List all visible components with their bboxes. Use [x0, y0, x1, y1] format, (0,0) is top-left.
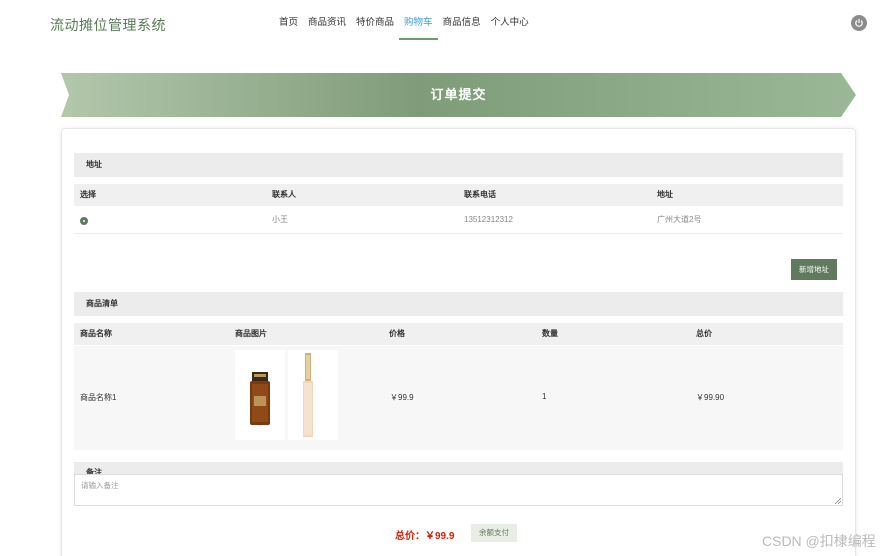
- watermark: CSDN @扣棣编程: [762, 533, 876, 549]
- col-price: 价格: [389, 329, 405, 338]
- col-contact: 联系人: [272, 190, 296, 199]
- resize-handle-icon[interactable]: [835, 498, 841, 504]
- note-section-title: 备注: [74, 462, 843, 474]
- note-title: 备注: [86, 468, 102, 474]
- col-product-name: 商品名称: [80, 329, 112, 338]
- nav-home[interactable]: 首页: [274, 0, 303, 40]
- serum-bottle-image: [235, 350, 285, 440]
- main-nav: 首页 商品资讯 特价商品 购物车 商品信息 个人中心: [274, 0, 534, 40]
- product-quantity: 1: [542, 392, 547, 401]
- col-select: 选择: [80, 190, 96, 199]
- nav-products[interactable]: 商品信息: [438, 0, 486, 40]
- page-banner: 订单提交: [61, 73, 856, 117]
- address-phone: 13512312312: [464, 215, 513, 224]
- product-total: ￥99.90: [696, 393, 725, 402]
- products-section-title: 商品清单: [74, 292, 843, 316]
- app-brand: 流动摊位管理系统: [50, 17, 166, 33]
- address-text: 广州大道2号: [657, 215, 702, 224]
- product-name: 商品名称1: [80, 393, 117, 402]
- foundation-tube-image: [288, 350, 338, 440]
- products-table-header: 商品名称 商品图片 价格 数量 总价: [74, 323, 843, 345]
- nav-cart[interactable]: 购物车: [399, 0, 438, 40]
- col-phone: 联系电话: [464, 190, 496, 199]
- address-section-title: 地址: [74, 153, 843, 177]
- address-contact: 小王: [272, 215, 288, 224]
- col-product-image: 商品图片: [235, 329, 267, 338]
- nav-news[interactable]: 商品资讯: [303, 0, 351, 40]
- top-header: 流动摊位管理系统 首页 商品资讯 特价商品 购物车 商品信息 个人中心: [0, 0, 896, 48]
- col-address: 地址: [657, 190, 673, 199]
- col-quantity: 数量: [542, 329, 558, 338]
- page-title: 订单提交: [430, 87, 487, 102]
- product-row: 商品名称1 ￥99.9 1 ￥99.90: [74, 346, 843, 450]
- product-price: ￥99.9: [390, 393, 414, 402]
- nav-special-offers[interactable]: 特价商品: [351, 0, 399, 40]
- note-input[interactable]: [74, 474, 843, 506]
- address-row[interactable]: 小王 13512312312 广州大道2号: [74, 208, 843, 234]
- address-radio[interactable]: [80, 217, 88, 225]
- address-table-header: 选择 联系人 联系电话 地址: [74, 184, 843, 206]
- nav-profile[interactable]: 个人中心: [486, 0, 534, 40]
- power-icon[interactable]: [851, 15, 867, 31]
- col-total: 总价: [696, 329, 712, 338]
- balance-pay-button[interactable]: 余额支付: [471, 524, 517, 542]
- order-total: 总价：￥99.9: [395, 531, 455, 542]
- add-address-button[interactable]: 新增地址: [791, 259, 837, 280]
